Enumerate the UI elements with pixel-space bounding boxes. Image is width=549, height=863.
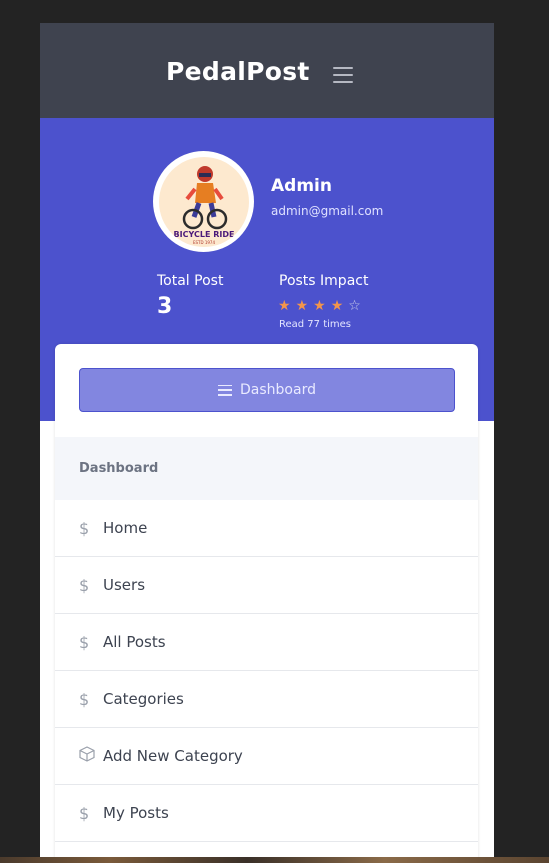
svg-text:BICYCLE RIDE: BICYCLE RIDE <box>173 230 234 239</box>
top-navbar: PedalPost <box>40 23 494 118</box>
menu-icon <box>218 384 233 396</box>
sidebar-item-users[interactable]: $ Users <box>55 557 478 614</box>
sidebar-item-add-new-category[interactable]: Add New Category <box>55 728 478 785</box>
brand-title[interactable]: PedalPost <box>166 57 310 86</box>
dashboard-toggle-button[interactable]: Dashboard <box>79 368 455 412</box>
dollar-icon: $ <box>79 518 90 538</box>
sidebar-item-label: Categories <box>103 690 184 708</box>
sidebar-item-label: Add New Category <box>103 747 243 765</box>
box-icon <box>79 746 103 766</box>
background-strip <box>0 857 549 863</box>
sidebar-item-label: All Posts <box>103 633 166 651</box>
star-filled-icon: ★ <box>278 298 291 314</box>
dollar-icon: $ <box>79 632 90 652</box>
dollar-icon: $ <box>79 575 90 595</box>
sidebar-item-my-posts[interactable]: $ My Posts <box>55 785 478 842</box>
sidebar-item-label: Users <box>103 576 146 594</box>
sidebar-card: Dashboard Dashboard $ Home $ Users $ All… <box>55 344 478 863</box>
section-title: Dashboard <box>79 461 159 476</box>
admin-email: admin@gmail.com <box>271 204 384 218</box>
sidebar-item-categories[interactable]: $ Categories <box>55 671 478 728</box>
star-filled-icon: ★ <box>295 298 309 314</box>
avatar: BICYCLE RIDE ESTD 1974 <box>153 151 254 252</box>
svg-text:ESTD 1974: ESTD 1974 <box>192 240 214 245</box>
sidebar-section-header: Dashboard <box>55 437 478 500</box>
posts-impact-label: Posts Impact <box>279 273 369 289</box>
bicycle-logo-icon: BICYCLE RIDE ESTD 1974 <box>158 156 249 247</box>
read-count: Read 77 times <box>279 319 352 330</box>
sidebar-item-home[interactable]: $ Home <box>55 500 478 557</box>
hamburger-menu-icon[interactable] <box>333 67 353 83</box>
app-frame: PedalPost BICYCLE RIDE ESTD 1974 Admin a… <box>40 23 494 863</box>
sidebar-nav: $ Home $ Users $ All Posts $ Categories … <box>55 500 478 863</box>
dollar-icon: $ <box>79 803 90 823</box>
star-filled-icon: ★ <box>313 298 326 314</box>
rating-stars: ★ ★ ★ ★ ☆ <box>278 299 361 313</box>
total-post-label: Total Post <box>157 273 224 289</box>
star-empty-icon: ☆ <box>348 298 361 314</box>
star-filled-icon: ★ <box>330 298 344 314</box>
sidebar-item-label: My Posts <box>103 804 169 822</box>
dollar-icon: $ <box>79 689 90 709</box>
total-post-value: 3 <box>157 294 173 319</box>
sidebar-item-all-posts[interactable]: $ All Posts <box>55 614 478 671</box>
dashboard-button-label: Dashboard <box>240 382 316 398</box>
sidebar-item-label: Home <box>103 519 148 537</box>
admin-name: Admin <box>271 176 332 196</box>
